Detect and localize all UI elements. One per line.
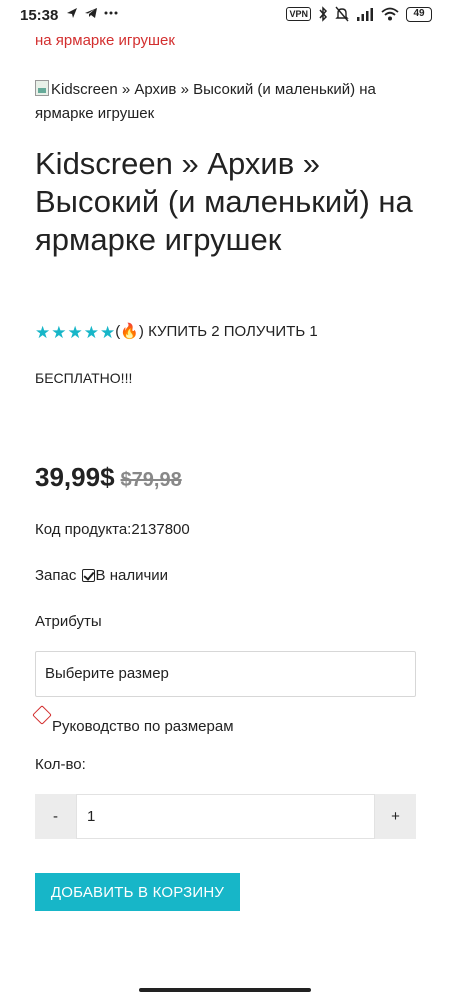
sku-line: Код продукта:2137800 — [35, 521, 190, 538]
quantity-minus-button[interactable]: - — [35, 794, 76, 839]
status-right-icons: VPN 49 — [286, 6, 432, 22]
vpn-badge: VPN — [286, 7, 311, 21]
size-guide-link[interactable]: Руководство по размерам — [32, 700, 234, 735]
product-title: Kidscreen » Архив » Высокий (и маленький… — [35, 146, 413, 257]
promo-text: (🔥) КУПИТЬ 2 ПОЛУЧИТЬ 1 — [115, 323, 318, 340]
product-image-alt: Kidscreen » Архив » Высокий (и маленький… — [35, 81, 376, 122]
size-guide-label: Руководство по размерам — [52, 718, 234, 735]
status-bar: 15:38 VPN 49 — [0, 0, 450, 30]
quantity-stepper: - + — [35, 794, 416, 839]
stock-line: Запас В наличии — [35, 567, 168, 584]
promo-text-continued: БЕСПЛАТНО!!! — [35, 370, 133, 386]
telegram-icon — [85, 8, 97, 18]
product-image: Kidscreen » Архив » Высокий (и маленький… — [35, 78, 415, 126]
nav-arrow-icon — [67, 8, 77, 18]
mute-icon — [335, 6, 349, 22]
quantity-plus-button[interactable]: + — [375, 794, 416, 839]
price-current: 39,99$ — [35, 462, 115, 492]
rating-stars[interactable]: ★ ★ ★ ★ ★ — [35, 324, 115, 341]
star-icon: ★ — [83, 323, 99, 342]
rating-row: ★ ★ ★ ★ ★ (🔥) КУПИТЬ 2 ПОЛУЧИТЬ 1 — [35, 320, 425, 344]
home-indicator[interactable] — [139, 988, 311, 992]
check-icon — [81, 569, 95, 582]
star-icon: ★ — [51, 323, 67, 342]
broken-image-icon — [35, 80, 49, 96]
stock-label: Запас — [35, 567, 77, 584]
star-icon: ★ — [67, 323, 83, 342]
add-to-cart-button[interactable]: ДОБАВИТЬ В КОРЗИНУ — [35, 873, 240, 911]
status-left-icons — [66, 7, 118, 19]
sku-label: Код продукта: — [35, 521, 132, 538]
star-icon: ★ — [100, 323, 116, 342]
attributes-label: Атрибуты — [35, 613, 102, 630]
sku-value: 2137800 — [131, 521, 190, 538]
signal-icon — [357, 8, 373, 21]
battery-indicator: 49 — [406, 6, 432, 22]
stock-value: В наличии — [95, 567, 169, 584]
size-select[interactable]: Выберите размер — [35, 651, 416, 697]
quantity-input[interactable] — [76, 794, 375, 839]
price-row: 39,99$ $79,98 — [35, 462, 182, 493]
price-old: $79,98 — [120, 469, 182, 491]
status-time: 15:38 — [20, 7, 59, 24]
star-icon: ★ — [35, 323, 51, 342]
bluetooth-icon — [319, 6, 328, 22]
wifi-icon — [381, 7, 399, 21]
breadcrumb-link-partial[interactable]: на ярмарке игрушек — [35, 32, 175, 49]
tag-icon — [32, 704, 52, 725]
more-dots-icon — [104, 11, 118, 15]
quantity-label: Кол-во: — [35, 756, 86, 773]
